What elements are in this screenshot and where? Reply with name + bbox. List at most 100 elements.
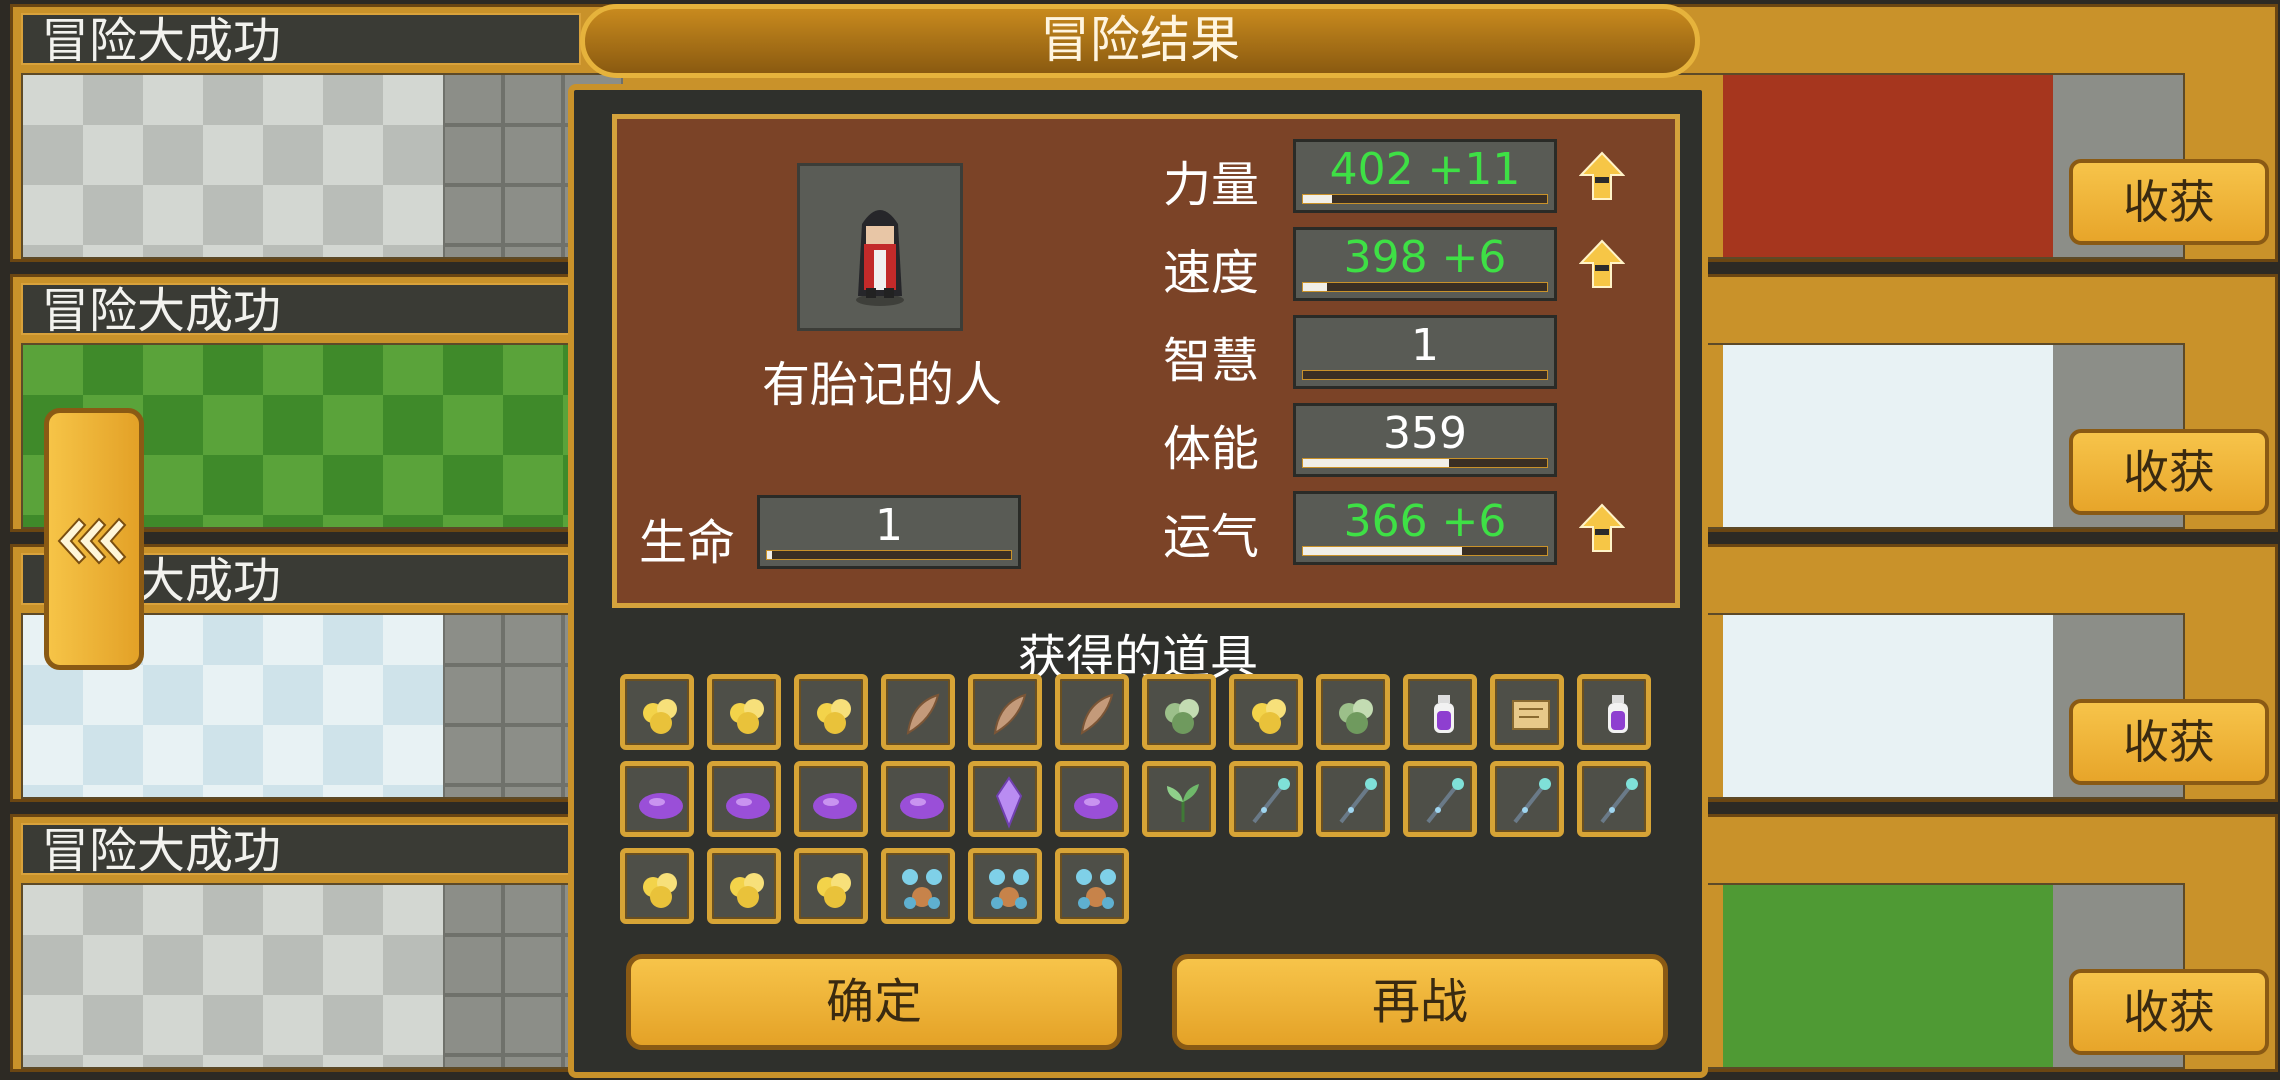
stat-track [1302, 546, 1548, 556]
item-slot[interactable] [1316, 674, 1390, 750]
scroll-icon [1512, 700, 1550, 730]
stat-bar: 1 [1293, 315, 1557, 389]
harvest-button[interactable]: 收获 [2069, 159, 2269, 245]
item-slot[interactable] [707, 761, 781, 837]
stat-bar: 359 [1293, 403, 1557, 477]
herb-icon [1167, 784, 1199, 822]
item-slot[interactable] [1577, 674, 1651, 750]
dialog-title: 冒险结果 [580, 4, 1700, 78]
purple-crystal-icon [995, 776, 1023, 829]
row-title: 冒险大成功 [21, 823, 581, 877]
row-title: 冒险大成功 [21, 283, 581, 337]
item-slot[interactable] [1403, 674, 1477, 750]
item-slot[interactable] [881, 674, 955, 750]
stat-label: 力量 [1163, 157, 1260, 213]
stat-fill [1303, 547, 1462, 555]
harvest-button[interactable]: 收获 [2069, 429, 2269, 515]
item-slot[interactable] [968, 848, 1042, 924]
item-slot[interactable] [794, 848, 868, 924]
stat-fill [1303, 283, 1328, 291]
purple-slime-icon [900, 793, 944, 819]
character-stats-panel: 有胎记的人 生命 1 力量 402 +11 速度 398 +6 智慧 1 体能 359 运气 36… [612, 114, 1680, 608]
stat-value: 366 +6 [1343, 496, 1507, 547]
green-ore-icon [1165, 699, 1199, 734]
stat-value: 359 [1383, 408, 1467, 459]
confirm-button[interactable]: 确定 [626, 954, 1122, 1050]
purple-slime-icon [813, 793, 857, 819]
blue-crystal-cluster-icon [902, 869, 942, 909]
stat-up-arrow-icon [1579, 503, 1625, 552]
item-slot[interactable] [1490, 674, 1564, 750]
gold-ore-icon [817, 873, 851, 908]
item-slot[interactable] [620, 761, 694, 837]
life-label: 生命 [639, 515, 736, 571]
stat-label: 速度 [1163, 245, 1260, 301]
item-slot[interactable] [881, 761, 955, 837]
item-slot[interactable] [968, 674, 1042, 750]
staff-icon [1252, 778, 1290, 824]
item-slot[interactable] [794, 761, 868, 837]
stat-value: 402 +11 [1329, 144, 1521, 195]
stat-up-arrow-icon [1579, 239, 1625, 288]
item-slot[interactable] [1142, 674, 1216, 750]
item-slot[interactable] [1055, 761, 1129, 837]
item-slot[interactable] [1055, 674, 1129, 750]
item-slot[interactable] [1577, 761, 1651, 837]
life-fill [767, 551, 772, 559]
harvest-button[interactable]: 收获 [2069, 699, 2269, 785]
gold-ore-icon [730, 699, 764, 734]
gold-ore-icon [1252, 699, 1286, 734]
item-slot[interactable] [1490, 761, 1564, 837]
item-slot[interactable] [620, 848, 694, 924]
item-slot[interactable] [707, 674, 781, 750]
stat-track [1302, 194, 1548, 204]
purple-potion-icon [1608, 695, 1628, 733]
gold-ore-icon [643, 873, 677, 908]
item-slot[interactable] [1229, 761, 1303, 837]
item-slot[interactable] [968, 761, 1042, 837]
feather-icon [906, 693, 940, 735]
harvest-button[interactable]: 收获 [2069, 969, 2269, 1055]
character-name: 有胎记的人 [761, 357, 1002, 413]
item-slot[interactable] [1055, 848, 1129, 924]
adventure-result-dialog: 有胎记的人 生命 1 力量 402 +11 速度 398 +6 智慧 1 体能 359 运气 36… [568, 84, 1708, 1078]
item-slot[interactable] [1316, 761, 1390, 837]
chevrons-left-icon [57, 517, 127, 565]
stat-label: 体能 [1163, 421, 1260, 477]
purple-potion-icon [1434, 695, 1454, 733]
stat-up-arrow-icon [1579, 151, 1625, 200]
staff-icon [1339, 778, 1377, 824]
life-track [766, 550, 1012, 560]
purple-slime-icon [1074, 793, 1118, 819]
life-bar: 1 [757, 495, 1021, 569]
stat-bar: 366 +6 [1293, 491, 1557, 565]
item-slot[interactable] [1142, 761, 1216, 837]
green-ore-icon [1339, 699, 1373, 734]
item-slot[interactable] [881, 848, 955, 924]
retry-button[interactable]: 再战 [1172, 954, 1668, 1050]
item-slot[interactable] [707, 848, 781, 924]
gold-ore-icon [730, 873, 764, 908]
item-slot[interactable] [794, 674, 868, 750]
stat-value: 398 +6 [1343, 232, 1507, 283]
staff-icon [1513, 778, 1551, 824]
stat-value: 1 [1411, 320, 1439, 371]
item-slot[interactable] [1403, 761, 1477, 837]
stat-track [1302, 370, 1548, 380]
blue-crystal-cluster-icon [1076, 869, 1116, 909]
feather-icon [1080, 693, 1114, 735]
life-value: 1 [875, 500, 903, 551]
item-slot[interactable] [620, 674, 694, 750]
stat-track [1302, 282, 1548, 292]
staff-icon [1426, 778, 1464, 824]
back-button[interactable] [44, 408, 144, 670]
stat-bar: 402 +11 [1293, 139, 1557, 213]
item-slot[interactable] [1229, 674, 1303, 750]
feather-icon [993, 693, 1027, 735]
staff-icon [1600, 778, 1638, 824]
gold-ore-icon [817, 699, 851, 734]
purple-slime-icon [639, 793, 683, 819]
stat-fill [1303, 459, 1450, 467]
stat-track [1302, 458, 1548, 468]
blue-crystal-cluster-icon [989, 869, 1029, 909]
